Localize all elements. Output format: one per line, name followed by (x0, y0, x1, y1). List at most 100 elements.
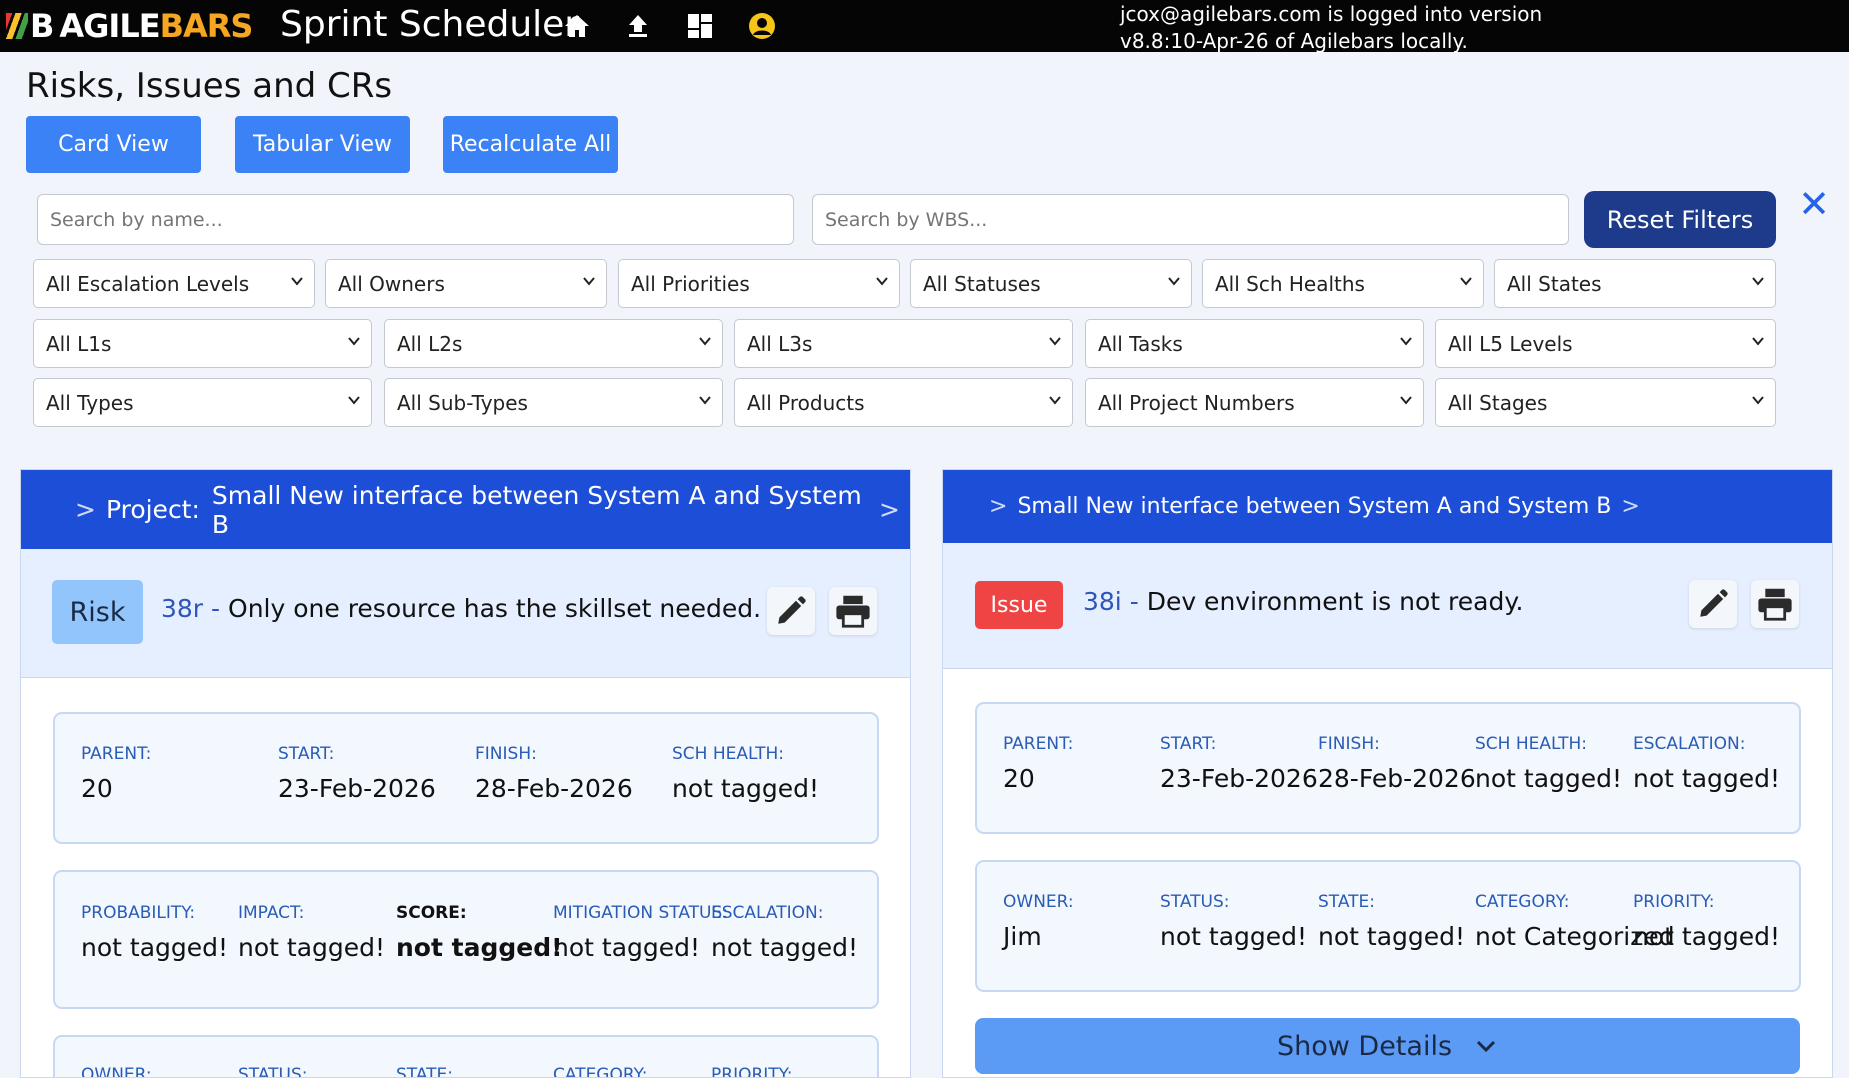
chevron-down-icon (1752, 396, 1764, 405)
card-view-button[interactable]: Card View (26, 116, 201, 173)
filter-label: All Project Numbers (1098, 390, 1295, 415)
filter-types[interactable]: All Types (33, 378, 372, 427)
owner-label: OWNER: (81, 1065, 152, 1078)
parent-label: PARENT: (1003, 734, 1074, 754)
status-label: STATUS: (238, 1065, 308, 1078)
sch-health-value: not tagged! (672, 774, 820, 803)
dashboard-icon[interactable] (685, 12, 715, 40)
card-header-title: Small New interface between System A and… (1017, 494, 1612, 519)
priority-value: not tagged! (1633, 922, 1781, 951)
card-header[interactable]: > Small New interface between System A a… (943, 470, 1832, 543)
card-subheader: Issue 38i - Dev environment is not ready… (943, 543, 1832, 669)
logo-stripes-icon (6, 13, 28, 39)
probability-label: PROBABILITY: (81, 903, 196, 923)
search-by-name-input[interactable] (37, 194, 794, 245)
category-label: CATEGORY: (553, 1065, 648, 1078)
finish-value: 28-Feb-2026 (1318, 764, 1476, 793)
chevron-down-icon (1400, 396, 1412, 405)
chevron-down-icon (348, 396, 360, 405)
issue-badge: Issue (975, 581, 1063, 629)
chevron-down-icon (1168, 277, 1180, 286)
filter-l5-levels[interactable]: All L5 Levels (1435, 319, 1776, 368)
parent-value: 20 (81, 774, 113, 803)
item-title[interactable]: 38i - Dev environment is not ready. (1083, 587, 1524, 616)
chevron-right-icon: > (989, 494, 1008, 519)
schedule-box: PARENT: 20 START: 23-Feb-2026 FINISH: 28… (53, 712, 879, 844)
chevron-down-icon (291, 277, 303, 286)
chevron-down-icon (699, 337, 711, 346)
sch-health-value: not tagged! (1475, 764, 1623, 793)
chevron-down-icon (1400, 337, 1412, 346)
card-header-prefix: Project: (105, 495, 200, 524)
login-info-line1: jcox@agilebars.com is logged into versio… (1120, 2, 1543, 26)
finish-value: 28-Feb-2026 (475, 774, 633, 803)
card-header-title: Small New interface between System A and… (211, 480, 862, 539)
state-label: STATE: (1318, 892, 1376, 912)
filter-label: All Sch Healths (1215, 271, 1365, 296)
priority-label: PRIORITY: (1633, 892, 1715, 912)
item-title-text: Dev environment is not ready. (1146, 587, 1524, 616)
filter-label: All Owners (338, 271, 445, 296)
item-id: 38i - (1083, 587, 1139, 616)
filter-tasks[interactable]: All Tasks (1085, 319, 1424, 368)
filter-label: All Priorities (631, 271, 750, 296)
start-label: START: (1160, 734, 1217, 754)
filter-owners[interactable]: All Owners (325, 259, 607, 308)
pencil-icon[interactable] (1689, 580, 1737, 628)
chevron-down-icon (583, 277, 595, 286)
pencil-icon[interactable] (767, 587, 815, 635)
card-header[interactable]: > Project: Small New interface between S… (21, 470, 910, 549)
item-id: 38r - (161, 594, 221, 623)
printer-icon[interactable] (1751, 580, 1799, 628)
filter-label: All Stages (1448, 390, 1548, 415)
risk-badge: Risk (52, 580, 143, 644)
filter-sub-types[interactable]: All Sub-Types (384, 378, 723, 427)
agilebars-logo[interactable]: B AGILE BARS (6, 6, 253, 46)
filter-priorities[interactable]: All Priorities (618, 259, 900, 308)
chevron-down-icon (699, 396, 711, 405)
reset-filters-button[interactable]: Reset Filters (1584, 191, 1776, 248)
finish-label: FINISH: (475, 744, 537, 764)
user-icon[interactable] (747, 12, 777, 40)
filter-l1s[interactable]: All L1s (33, 319, 372, 368)
logo-agile-text: AGILE (59, 7, 160, 45)
finish-label: FINISH: (1318, 734, 1380, 754)
filter-escalation-levels[interactable]: All Escalation Levels (33, 259, 315, 308)
filter-stages[interactable]: All Stages (1435, 378, 1776, 427)
filter-project-numbers[interactable]: All Project Numbers (1085, 378, 1424, 427)
escalation-label: ESCALATION: (1633, 734, 1746, 754)
chevron-down-icon (348, 337, 360, 346)
printer-icon[interactable] (829, 587, 877, 635)
recalculate-all-button[interactable]: Recalculate All (443, 116, 618, 173)
tabular-view-button[interactable]: Tabular View (235, 116, 410, 173)
filter-label: All States (1507, 271, 1602, 296)
chevron-down-icon (1049, 337, 1061, 346)
filter-products[interactable]: All Products (734, 378, 1073, 427)
ownership-box: OWNER: STATUS: STATE: CATEGORY: PRIORITY… (53, 1035, 879, 1078)
logo-mark: B (30, 7, 54, 45)
filter-sch-healths[interactable]: All Sch Healths (1202, 259, 1484, 308)
owner-label: OWNER: (1003, 892, 1074, 912)
priority-label: PRIORITY: (711, 1065, 793, 1078)
filter-l2s[interactable]: All L2s (384, 319, 723, 368)
escalation-value: not tagged! (711, 933, 859, 962)
schedule-box: PARENT: 20 START: 23-Feb-2026 FINISH: 28… (975, 702, 1801, 834)
filter-states[interactable]: All States (1494, 259, 1776, 308)
filter-label: All Types (46, 390, 134, 415)
start-value: 23-Feb-2026 (278, 774, 436, 803)
filter-label: All Escalation Levels (46, 271, 250, 296)
parent-label: PARENT: (81, 744, 152, 764)
filter-l3s[interactable]: All L3s (734, 319, 1073, 368)
close-icon[interactable]: ✕ (1798, 185, 1830, 223)
chevron-down-icon (876, 277, 888, 286)
search-by-wbs-input[interactable] (812, 194, 1569, 245)
chevron-down-icon (1752, 337, 1764, 346)
category-label: CATEGORY: (1475, 892, 1570, 912)
upload-icon[interactable] (623, 12, 653, 40)
home-icon[interactable] (562, 12, 592, 40)
filter-label: All Tasks (1098, 331, 1183, 356)
item-title[interactable]: 38r - Only one resource has the skillset… (161, 594, 761, 623)
filter-statuses[interactable]: All Statuses (910, 259, 1192, 308)
show-details-button[interactable]: Show Details (975, 1018, 1800, 1074)
escalation-label: ESCALATION: (711, 903, 824, 923)
